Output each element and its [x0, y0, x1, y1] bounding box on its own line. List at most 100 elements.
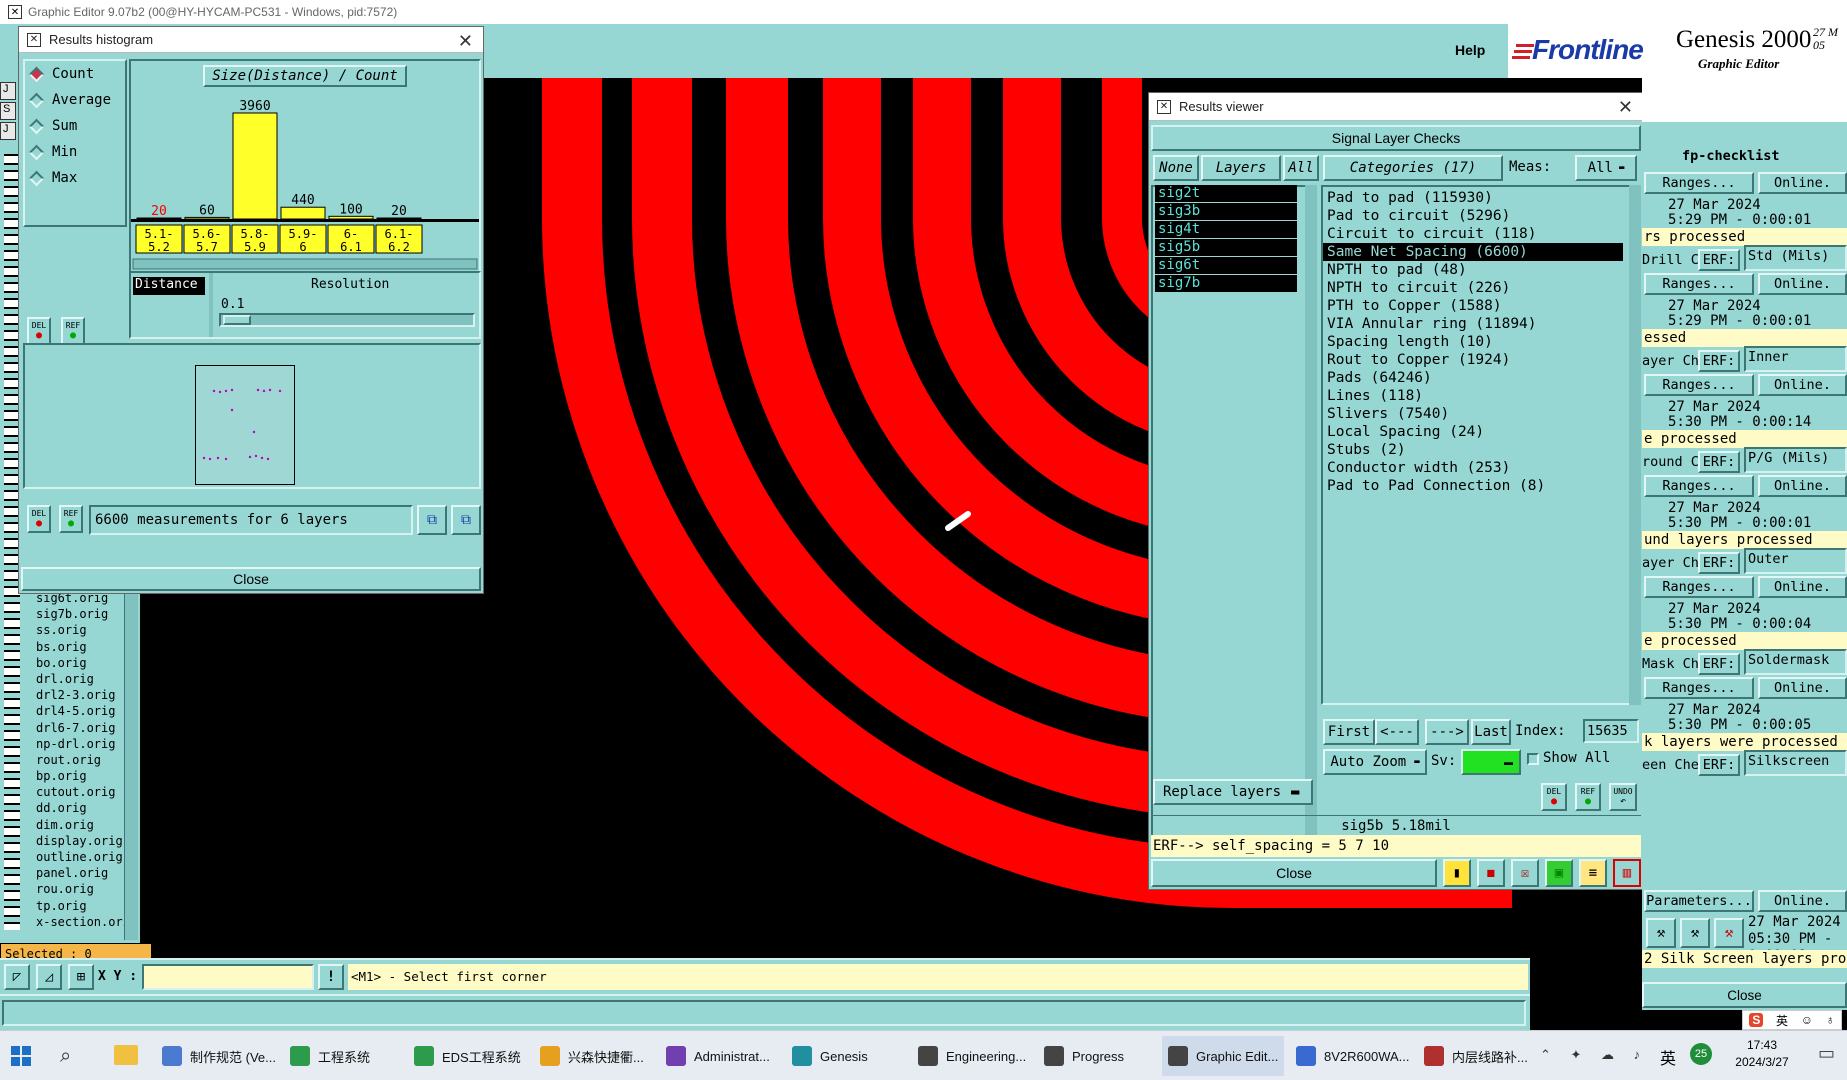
category-item[interactable]: Lines (118) [1323, 387, 1639, 405]
taskbar-app[interactable]: Genesis [792, 1036, 868, 1076]
histogram-bar[interactable] [280, 206, 326, 220]
layer-list-item[interactable]: panel.orig [36, 865, 124, 881]
ime-toolbar[interactable]: S 英 ☺ ♁ [1742, 1010, 1842, 1030]
erf-value[interactable]: Std (Mils) [1744, 245, 1847, 271]
auto-zoom-dropdown[interactable]: Auto Zoom ▬ [1323, 749, 1427, 775]
measure-icon[interactable]: ◿ [36, 964, 62, 990]
erf-value[interactable]: Inner [1744, 346, 1847, 372]
ranges-button[interactable]: Ranges... [1644, 475, 1754, 497]
index-input[interactable]: 15635 [1583, 719, 1639, 743]
layer-list-item[interactable]: x-section.orig [36, 914, 124, 930]
category-item[interactable]: Pad to Pad Connection (8) [1323, 477, 1639, 495]
category-item[interactable]: PTH to Copper (1588) [1323, 297, 1639, 315]
layer-list-item[interactable]: sig7b.orig [36, 606, 124, 622]
category-item[interactable]: NPTH to pad (48) [1323, 261, 1639, 279]
replace-layers-dropdown[interactable]: Replace layers ▬ [1153, 779, 1313, 805]
result-layer-item[interactable]: sig4t [1155, 221, 1297, 238]
sv-color-dropdown[interactable]: ▬ [1461, 749, 1521, 775]
close-icon[interactable]: ✕ [1618, 97, 1633, 118]
online-button[interactable]: Online. [1758, 273, 1847, 295]
layer-list-item[interactable]: cutout.orig [36, 784, 124, 800]
histogram-icon[interactable]: ▥ [1613, 859, 1641, 887]
notification-badge[interactable]: 25 [1690, 1043, 1712, 1065]
category-item[interactable]: Spacing length (10) [1323, 333, 1639, 351]
clear-icon[interactable]: ☒ [1511, 859, 1539, 887]
taskbar-app[interactable]: Engineering... [918, 1036, 1026, 1076]
category-item[interactable]: Local Spacing (24) [1323, 423, 1639, 441]
highlight-icon[interactable]: ▮ [1443, 859, 1471, 887]
result-layer-item[interactable]: sig6t [1155, 257, 1297, 274]
action-icon[interactable]: ⚒ [1714, 918, 1744, 948]
del-button[interactable]: DEL ● [27, 317, 51, 345]
ranges-button[interactable]: Ranges... [1644, 273, 1754, 295]
side-tab[interactable]: J [0, 122, 16, 140]
ranges-button[interactable]: Ranges... [1644, 172, 1754, 194]
mode-option[interactable]: Count [25, 61, 125, 87]
histogram-bar[interactable] [232, 112, 278, 220]
taskbar-app[interactable]: 内层线路补... [1424, 1036, 1528, 1076]
histogram-close-button[interactable]: Close [21, 567, 481, 591]
erf-button[interactable]: ERF: [1698, 249, 1740, 271]
folder-icon[interactable] [114, 1045, 138, 1065]
ref-button[interactable]: REF ● [1575, 783, 1601, 811]
xy-input[interactable] [142, 964, 314, 990]
help-menu[interactable]: Help [1455, 42, 1485, 58]
category-item[interactable]: Conductor width (253) [1323, 459, 1639, 477]
online-button[interactable]: Online. [1758, 890, 1847, 912]
notes-icon[interactable]: ≡ [1579, 859, 1607, 887]
layer-list-scrollbar[interactable] [124, 590, 138, 940]
none-button[interactable]: None [1153, 155, 1199, 181]
category-item[interactable]: Slivers (7540) [1323, 405, 1639, 423]
side-tab[interactable]: S [0, 102, 16, 120]
category-item[interactable]: Pad to circuit (5296) [1323, 207, 1639, 225]
category-item[interactable]: Circuit to circuit (118) [1323, 225, 1639, 243]
online-button[interactable]: Online. [1758, 475, 1847, 497]
report-icon[interactable]: ▣ [1545, 859, 1573, 887]
category-item[interactable]: Rout to Copper (1924) [1323, 351, 1639, 369]
online-button[interactable]: Online. [1758, 172, 1847, 194]
erf-value[interactable]: P/G (Mils) [1744, 447, 1847, 473]
layer-list-item[interactable]: drl2-3.orig [36, 687, 124, 703]
ref-button-2[interactable]: REF ● [59, 505, 83, 533]
result-layer-item[interactable]: sig2t [1155, 185, 1297, 202]
layer-list-item[interactable]: rout.orig [36, 752, 124, 768]
slider-thumb[interactable] [223, 315, 251, 325]
tray-icons[interactable]: ⌃ ✦ ☁ ♪ [1540, 1047, 1648, 1063]
show-all-checkbox[interactable] [1527, 753, 1539, 765]
layers-button[interactable]: Layers [1201, 155, 1281, 181]
all-layers-button[interactable]: All [1283, 155, 1319, 181]
layer-list-item[interactable]: tp.orig [36, 898, 124, 914]
parameters-button[interactable]: Parameters... [1644, 890, 1754, 912]
result-layer-item[interactable]: sig5b [1155, 239, 1297, 256]
category-item[interactable]: Pad to pad (115930) [1323, 189, 1639, 207]
layer-list-item[interactable]: drl.orig [36, 671, 124, 687]
ranges-button[interactable]: Ranges... [1644, 374, 1754, 396]
layer-list-item[interactable]: bs.orig [36, 639, 124, 655]
prev-button[interactable]: <--- [1375, 719, 1419, 745]
category-item[interactable]: Same Net Spacing (6600) [1323, 243, 1623, 261]
close-icon[interactable]: ✕ [458, 31, 473, 52]
category-item[interactable]: VIA Annular ring (11894) [1323, 315, 1639, 333]
last-button[interactable]: Last [1471, 719, 1511, 745]
taskbar-app[interactable]: 8V2R600WA... [1296, 1036, 1410, 1076]
action-icon[interactable]: ⚒ [1680, 918, 1710, 948]
taskbar-app[interactable]: 工程系统 [290, 1036, 370, 1076]
category-item[interactable]: Stubs (2) [1323, 441, 1639, 459]
erf-value[interactable]: Soldermask [1744, 649, 1847, 675]
erf-button[interactable]: ERF: [1698, 653, 1740, 675]
first-button[interactable]: First [1323, 719, 1375, 745]
taskbar-app[interactable]: EDS工程系统 [414, 1036, 521, 1076]
side-tab[interactable]: J [0, 82, 16, 100]
windows-start-icon[interactable] [10, 1045, 32, 1067]
notifications-icon[interactable]: ▭ [1818, 1043, 1835, 1064]
taskbar-app[interactable]: 制作规范 (Ve... [162, 1036, 276, 1076]
del-button-2[interactable]: DEL ● [27, 505, 51, 533]
alert-icon[interactable]: ! [318, 964, 344, 990]
erf-value[interactable]: Silkscreen [1744, 750, 1847, 776]
category-item[interactable]: NPTH to circuit (226) [1323, 279, 1639, 297]
ime-indicator[interactable]: 英 [1660, 1045, 1676, 1069]
online-button[interactable]: Online. [1758, 677, 1847, 699]
distance-label[interactable]: Distance [133, 277, 205, 295]
layer-list-item[interactable]: drl6-7.orig [36, 720, 124, 736]
layer-list-item[interactable]: rou.orig [36, 881, 124, 897]
